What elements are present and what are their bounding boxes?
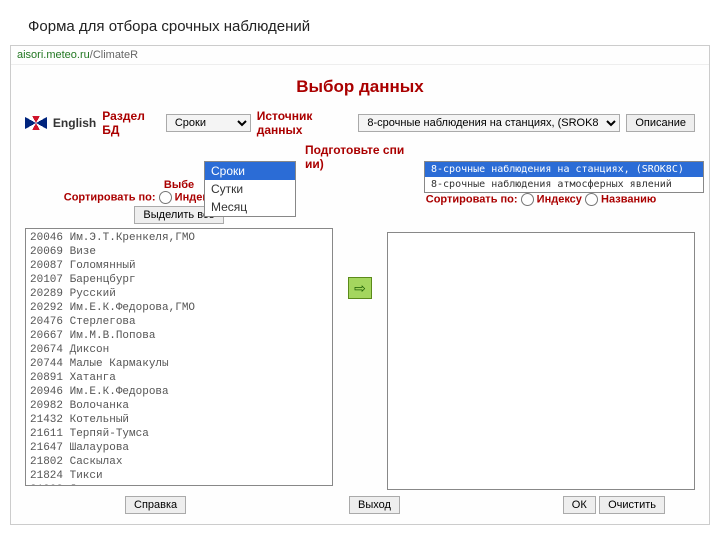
ok-button[interactable] bbox=[563, 496, 596, 514]
source-dropdown-open[interactable]: 8-срочные наблюдения на станциях, (SROK8… bbox=[424, 161, 704, 193]
list-item[interactable]: 20046 Им.Э.Т.Кренкеля,ГМО bbox=[30, 231, 328, 245]
section-option-sroki[interactable]: Сроки bbox=[205, 162, 295, 180]
page-title: Выбор данных bbox=[25, 77, 695, 97]
section-select[interactable]: Сроки bbox=[166, 114, 251, 132]
list-item[interactable]: 20744 Малые Кармакулы bbox=[30, 357, 328, 371]
clear-button[interactable] bbox=[599, 496, 665, 514]
available-column: Выбе Сортировать по: Индексу Названию 20… bbox=[25, 177, 333, 486]
list-item[interactable]: 20476 Стерлегова bbox=[30, 315, 328, 329]
top-filter-row: English Раздел БД Сроки Источник данных … bbox=[25, 109, 695, 137]
prepare-label: Подготовьте спи bbox=[305, 143, 404, 157]
help-button[interactable] bbox=[125, 496, 186, 514]
page-caption: Форма для отбора срочных наблюдений bbox=[0, 0, 720, 45]
selected-stations-list[interactable] bbox=[387, 232, 695, 490]
transfer-column: ⇨ bbox=[345, 177, 375, 299]
list-item[interactable]: 21432 Котельный bbox=[30, 413, 328, 427]
section-option-mesyac[interactable]: Месяц bbox=[205, 198, 295, 216]
list-item[interactable]: 21908 Джалинда bbox=[30, 483, 328, 486]
list-item[interactable]: 20087 Голомянный bbox=[30, 259, 328, 273]
source-select[interactable]: 8-срочные наблюдения на станциях, (SROK8… bbox=[358, 114, 620, 132]
browser-frame: aisori.meteo.ru/ClimateR Выбор данных En… bbox=[10, 45, 710, 525]
station-columns: Выбе Сортировать по: Индексу Названию 20… bbox=[25, 177, 695, 490]
left-header-partial: Выбе bbox=[164, 179, 194, 191]
prepare-label-rest: ии) bbox=[305, 157, 324, 171]
list-item[interactable]: 20667 Им.М.В.Попова bbox=[30, 329, 328, 343]
list-item[interactable]: 20292 Им.Е.К.Федорова,ГМО bbox=[30, 301, 328, 315]
list-item[interactable]: 20946 Им.Е.К.Федорова bbox=[30, 385, 328, 399]
list-item[interactable]: 21824 Тикси bbox=[30, 469, 328, 483]
url-bar: aisori.meteo.ru/ClimateR bbox=[11, 46, 709, 65]
list-item[interactable]: 21802 Саскылах bbox=[30, 455, 328, 469]
describe-button[interactable] bbox=[626, 114, 695, 132]
move-right-button[interactable]: ⇨ bbox=[348, 277, 372, 299]
arrow-right-icon: ⇨ bbox=[354, 280, 366, 297]
right-sort-index-radio[interactable] bbox=[521, 193, 534, 206]
content-area: Выбор данных English Раздел БД Сроки Ист… bbox=[11, 65, 709, 522]
exit-button[interactable] bbox=[349, 496, 400, 514]
left-sort-index-radio[interactable] bbox=[159, 191, 172, 204]
selected-column: Выбранные станции (0/518) Сортировать по… bbox=[387, 177, 695, 490]
uk-flag-icon bbox=[25, 116, 47, 130]
list-item[interactable]: 20674 Диксон bbox=[30, 343, 328, 357]
right-sort-line: Сортировать по: Индексу Названию bbox=[387, 193, 695, 206]
section-dropdown-open[interactable]: Сроки Сутки Месяц bbox=[204, 161, 296, 217]
list-item[interactable]: 20982 Волочанка bbox=[30, 399, 328, 413]
url-path: /ClimateR bbox=[90, 49, 138, 61]
language-link[interactable]: English bbox=[53, 116, 96, 130]
available-stations-list[interactable]: 20046 Им.Э.Т.Кренкеля,ГМО20069 Визе20087… bbox=[25, 228, 333, 486]
section-option-sutki[interactable]: Сутки bbox=[205, 180, 295, 198]
url-host: aisori.meteo.ru bbox=[17, 49, 90, 61]
list-item[interactable]: 20069 Визе bbox=[30, 245, 328, 259]
list-item[interactable]: 20107 Баренцбург bbox=[30, 273, 328, 287]
list-item[interactable]: 21647 Шалаурова bbox=[30, 441, 328, 455]
list-item[interactable]: 20891 Хатанга bbox=[30, 371, 328, 385]
source-option-0[interactable]: 8-срочные наблюдения на станциях, (SROK8… bbox=[425, 162, 703, 177]
bottom-buttons bbox=[25, 496, 695, 514]
section-label: Раздел БД bbox=[102, 109, 160, 137]
right-sort-name-radio[interactable] bbox=[585, 193, 598, 206]
list-item[interactable]: 20289 Русский bbox=[30, 287, 328, 301]
list-item[interactable]: 21611 Терпяй-Тумса bbox=[30, 427, 328, 441]
source-option-1[interactable]: 8-срочные наблюдения атмосферных явлений bbox=[425, 177, 703, 192]
source-label: Источник данных bbox=[257, 109, 353, 137]
